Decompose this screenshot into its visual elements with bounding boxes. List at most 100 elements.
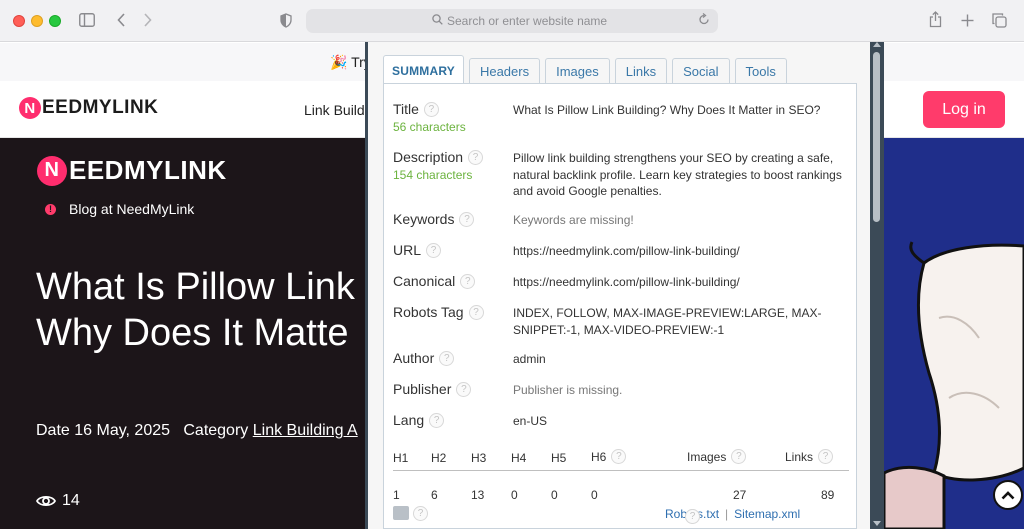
back-icon[interactable] [117, 13, 126, 27]
keywords-value: Keywords are missing! [513, 213, 634, 227]
header-images: Images [687, 449, 727, 464]
header-h6-group: H6? [591, 449, 627, 464]
hero-illustration [884, 138, 1024, 529]
tab-headers[interactable]: Headers [468, 58, 541, 84]
sidebar-icon[interactable] [79, 13, 95, 27]
category-link[interactable]: Link Building A [253, 422, 358, 439]
forward-icon[interactable] [143, 13, 152, 27]
tab-images[interactable]: Images [545, 58, 610, 84]
hero-logo[interactable]: N EEDMYLINK [37, 155, 227, 186]
tab-overview-icon[interactable] [992, 13, 1007, 28]
description-value: Pillow link building strengthens your SE… [513, 151, 842, 198]
url-value: https://needmylink.com/pillow-link-build… [513, 244, 740, 258]
address-bar[interactable] [306, 9, 718, 33]
title-char-count: 56 characters [393, 120, 466, 134]
blog-breadcrumb[interactable]: ! Blog at NeedMyLink [45, 201, 194, 217]
table-header: H1 H2 H3 H4 H5 H6? Images? Links? [393, 447, 849, 471]
reload-icon[interactable] [698, 13, 710, 26]
value-h6: 0 [591, 488, 598, 502]
header-h5: H5 [551, 451, 567, 465]
help-icon[interactable]: ? [439, 350, 455, 366]
nav-link-building[interactable]: Link Buildi [304, 102, 368, 118]
sitemap-xml-link[interactable]: Sitemap.xml [734, 507, 800, 521]
help-icon[interactable]: ? [685, 509, 700, 524]
description-label: Description [393, 149, 464, 165]
tab-tools[interactable]: Tools [734, 58, 787, 84]
description-char-count: 154 characters [393, 168, 473, 182]
scroll-down-arrow[interactable] [873, 521, 881, 526]
hero-section: N EEDMYLINK ! Blog at NeedMyLink What Is… [0, 138, 365, 529]
description-label-group: Description? [393, 149, 484, 165]
scroll-to-top-button[interactable] [993, 480, 1023, 510]
lang-label-group: Lang? [393, 412, 445, 428]
tab-links[interactable]: Links [614, 58, 668, 84]
new-tab-icon[interactable] [961, 14, 974, 27]
chevron-up-icon [1001, 490, 1015, 499]
help-icon[interactable]: ? [460, 273, 476, 289]
address-input[interactable] [447, 12, 687, 30]
help-icon[interactable]: ? [818, 449, 834, 464]
panel-scrollbar[interactable] [870, 42, 884, 529]
browser-toolbar [0, 0, 1024, 42]
help-icon[interactable]: ? [456, 381, 472, 397]
close-window-button[interactable] [13, 15, 25, 27]
eye-icon [36, 495, 56, 507]
share-icon[interactable] [929, 11, 942, 28]
header-h2: H2 [431, 451, 447, 465]
seo-extension-panel: SUMMARY Headers Images Links Social Tool… [365, 42, 884, 529]
pillow-illustration [884, 241, 1024, 529]
value-h5: 0 [551, 488, 558, 502]
value-h4: 0 [511, 488, 518, 502]
view-counter: 14 [36, 492, 80, 510]
summary-content: Title? 56 characters What Is Pillow Link… [383, 83, 857, 529]
chart-icon[interactable] [393, 506, 409, 520]
tab-social[interactable]: Social [672, 58, 730, 84]
help-icon[interactable]: ? [459, 211, 475, 227]
value-h2: 6 [431, 488, 438, 502]
value-images: 27 [733, 488, 747, 502]
scrollbar-thumb[interactable] [873, 52, 880, 222]
help-icon[interactable]: ? [429, 412, 445, 428]
panel-footer: ? Robots.txt ? | Sitemap.xml ? [393, 504, 849, 526]
blog-label: Blog at NeedMyLink [69, 201, 195, 217]
article-date: Date 16 May, 2025 [36, 422, 171, 439]
help-icon[interactable]: ? [611, 449, 627, 464]
lang-label: Lang [393, 412, 425, 428]
zoom-window-button[interactable] [49, 15, 61, 27]
article-meta: Date 16 May, 2025 Category Link Building… [36, 422, 358, 440]
url-label: URL [393, 242, 422, 258]
help-icon[interactable]: ? [423, 101, 439, 117]
author-label: Author [393, 350, 435, 366]
publisher-label-group: Publisher? [393, 381, 472, 397]
help-icon[interactable]: ? [731, 449, 747, 464]
header-h4: H4 [511, 451, 527, 465]
author-label-group: Author? [393, 350, 455, 366]
help-icon[interactable]: ? [468, 149, 484, 165]
header-images-group: Images? [687, 449, 747, 464]
lang-value: en-US [513, 414, 548, 428]
help-icon[interactable]: ? [426, 242, 442, 258]
publisher-value: Publisher is missing. [513, 383, 623, 397]
title-label: Title [393, 101, 419, 117]
help-icon[interactable]: ? [413, 506, 428, 521]
login-button[interactable]: Log in [923, 91, 1005, 128]
header-links-group: Links? [785, 449, 834, 464]
minimize-window-button[interactable] [31, 15, 43, 27]
separator: | [725, 507, 729, 521]
site-logo[interactable]: N EEDMYLINK [19, 97, 158, 119]
header-links: Links [785, 449, 814, 464]
tab-summary[interactable]: SUMMARY [383, 55, 464, 84]
privacy-shield-icon[interactable] [280, 13, 292, 28]
robots-txt-group: Robots.txt ? | Sitemap.xml ? [665, 507, 800, 524]
url-label-group: URL? [393, 242, 442, 258]
hero-logo-text: EEDMYLINK [69, 155, 227, 185]
title-label-group: Title? [393, 101, 439, 117]
robots-label-group: Robots Tag? [393, 304, 484, 320]
help-icon[interactable]: ? [468, 304, 484, 320]
scroll-up-arrow[interactable] [873, 42, 881, 47]
keywords-label: Keywords [393, 211, 455, 227]
publisher-label: Publisher [393, 381, 452, 397]
logo-badge: N [19, 97, 41, 119]
alert-icon: ! [45, 203, 56, 215]
value-h1: 1 [393, 488, 400, 502]
